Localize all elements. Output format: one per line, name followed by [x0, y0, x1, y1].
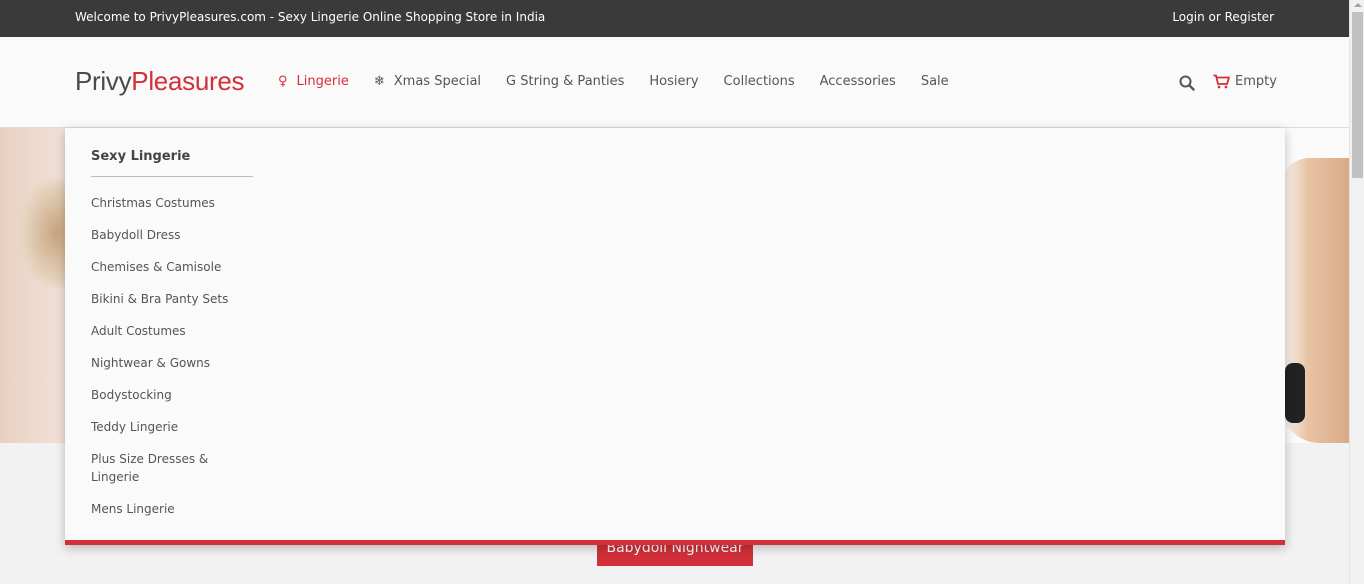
menu-item-teddy-lingerie[interactable]: Teddy Lingerie	[91, 418, 241, 436]
menu-item-bikini-bra-panty-sets[interactable]: Bikini & Bra Panty Sets	[91, 290, 241, 308]
menu-item-chemises-camisole[interactable]: Chemises & Camisole	[91, 258, 241, 276]
menu-item-plus-size-dresses-lingerie[interactable]: Plus Size Dresses & Lingerie	[91, 450, 241, 486]
nav-item-sale[interactable]: Sale	[921, 74, 949, 90]
nav-item-label: Accessories	[819, 74, 896, 89]
menu-item-mens-lingerie[interactable]: Mens Lingerie	[91, 500, 241, 518]
menu-heading[interactable]: Sexy Lingerie	[91, 149, 190, 164]
lingerie-mega-menu: Sexy Lingerie Christmas Costumes Babydol…	[65, 128, 1285, 545]
site-header: PrivyPleasures ♀ Lingerie ❄ Xmas Special…	[0, 37, 1349, 128]
nav-item-label: G String & Panties	[506, 74, 625, 89]
nav-item-label: Collections	[723, 74, 795, 89]
nav-item-label: Xmas Special	[393, 74, 482, 89]
nav-item-xmas-special[interactable]: ❄ Xmas Special	[374, 74, 481, 90]
cart-button[interactable]: Empty	[1213, 74, 1277, 89]
nav-item-hosiery[interactable]: Hosiery	[649, 74, 698, 90]
nav-item-label: Lingerie	[296, 74, 349, 89]
menu-item-nightwear-gowns[interactable]: Nightwear & Gowns	[91, 354, 241, 372]
menu-item-bodystocking[interactable]: Bodystocking	[91, 386, 241, 404]
cart-icon	[1213, 74, 1230, 89]
menu-item-christmas-costumes[interactable]: Christmas Costumes	[91, 194, 241, 212]
nav-item-collections[interactable]: Collections	[724, 74, 795, 90]
search-icon[interactable]	[1179, 75, 1195, 91]
nav-item-g-string-panties[interactable]: G String & Panties	[506, 74, 624, 90]
menu-item-babydoll-dress[interactable]: Babydoll Dress	[91, 226, 241, 244]
site-logo[interactable]: PrivyPleasures	[75, 66, 245, 96]
login-register-link[interactable]: Login or Register	[1172, 10, 1274, 24]
logo-part-pleasures: Pleasures	[131, 66, 245, 96]
scroll-up-arrow-icon[interactable]	[1354, 3, 1362, 7]
nav-item-label: Hosiery	[649, 74, 699, 89]
main-nav: ♀ Lingerie ❄ Xmas Special G String & Pan…	[278, 74, 974, 90]
nav-item-label: Sale	[920, 74, 949, 89]
nav-item-lingerie[interactable]: ♀ Lingerie	[278, 74, 349, 90]
menu-list: Christmas Costumes Babydoll Dress Chemis…	[91, 194, 241, 532]
snowflake-icon: ❄	[373, 74, 385, 89]
hero-model-garment	[1285, 363, 1305, 423]
page-scrollbar[interactable]	[1349, 0, 1364, 584]
menu-divider	[91, 176, 253, 177]
logo-part-privy: Privy	[75, 66, 132, 96]
female-icon: ♀	[278, 74, 288, 89]
menu-item-adult-costumes[interactable]: Adult Costumes	[91, 322, 241, 340]
top-bar: Welcome to PrivyPleasures.com - Sexy Lin…	[0, 0, 1349, 37]
welcome-text: Welcome to PrivyPleasures.com - Sexy Lin…	[75, 10, 546, 24]
scrollbar-thumb[interactable]	[1352, 12, 1363, 178]
nav-item-accessories[interactable]: Accessories	[820, 74, 896, 90]
cart-label: Empty	[1235, 74, 1277, 89]
